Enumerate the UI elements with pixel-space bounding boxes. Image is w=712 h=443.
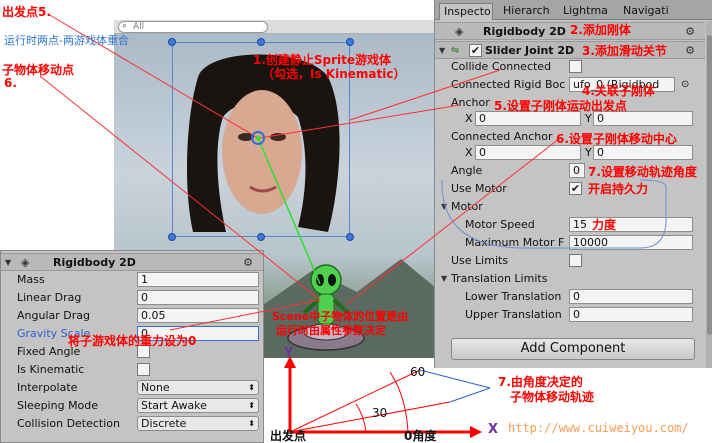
dropdown-arrow-icon: ⬍ bbox=[248, 401, 255, 410]
lower-translation-row: Lower Translation 0 bbox=[435, 288, 705, 306]
inspector-panel: Inspecto Hierarch Lightma Navigati ◈ Rig… bbox=[434, 0, 712, 368]
selection-handle[interactable] bbox=[168, 233, 176, 241]
angular-drag-field[interactable]: 0.05 bbox=[137, 308, 259, 323]
translation-limits-row[interactable]: ▼ Translation Limits bbox=[435, 270, 705, 288]
annotation-motor-on: 开启持久力 bbox=[588, 182, 649, 196]
angle-field[interactable]: 0 bbox=[569, 163, 585, 178]
annotation-scene-line2: 运行时由属性参数决定 bbox=[276, 324, 386, 337]
gear-icon[interactable]: ⚙ bbox=[685, 23, 695, 41]
annotation-7: 7.设置移动轨迹角度 bbox=[588, 165, 697, 179]
angle-diagram bbox=[284, 356, 491, 438]
is-kinematic-row: Is Kinematic bbox=[1, 361, 271, 379]
interpolate-row: Interpolate None ⬍ bbox=[1, 379, 271, 397]
root: All Inspecto Hierarch Lightma Navigati bbox=[0, 0, 712, 443]
diagram-y-label: Y bbox=[284, 346, 294, 361]
selection-handle[interactable] bbox=[346, 38, 354, 46]
use-limits-checkbox[interactable] bbox=[569, 254, 582, 267]
use-limits-row: Use Limits bbox=[435, 252, 705, 270]
motor-speed-field[interactable]: 15 bbox=[569, 217, 693, 232]
annotation-runtime: 运行时两点-两游戏体重合 bbox=[4, 34, 129, 47]
rigidbody-title: Rigidbody 2D bbox=[483, 25, 566, 38]
diagram-60-label: 60 bbox=[410, 365, 426, 379]
connected-anchor-y-field[interactable]: 0 bbox=[593, 145, 693, 160]
motor-speed-row: Motor Speed 15 bbox=[435, 216, 705, 234]
annotation-2: 2.添加刚体 bbox=[570, 23, 631, 37]
use-motor-checkbox[interactable]: ✔ bbox=[569, 182, 582, 195]
linear-drag-row: Linear Drag 0 bbox=[1, 289, 271, 307]
diagram-x-label: X bbox=[488, 422, 499, 437]
tab-bar: Inspecto Hierarch Lightma Navigati bbox=[435, 0, 712, 20]
interpolate-dropdown[interactable]: None ⬍ bbox=[137, 380, 259, 395]
max-motor-field[interactable]: 10000 bbox=[569, 235, 693, 250]
sleeping-mode-dropdown[interactable]: Start Awake ⬍ bbox=[137, 398, 259, 413]
linear-drag-field[interactable]: 0 bbox=[137, 290, 259, 305]
collision-detection-row: Collision Detection Discrete ⬍ bbox=[1, 415, 271, 433]
annotation-6: 6.设置子刚体移动中心 bbox=[556, 132, 677, 146]
tab-lightmap[interactable]: Lightma bbox=[559, 3, 615, 20]
diagram-30-label: 30 bbox=[372, 406, 388, 420]
lower-translation-field[interactable]: 0 bbox=[569, 289, 693, 304]
rigidbody2d-title: Rigidbody 2D bbox=[53, 256, 136, 269]
selection-handle[interactable] bbox=[257, 233, 265, 241]
selection-handle[interactable] bbox=[168, 38, 176, 46]
connected-anchor-x-field[interactable]: 0 bbox=[475, 145, 581, 160]
use-motor-row: Use Motor ✔ bbox=[451, 182, 582, 195]
rigidbody-icon: ◈ bbox=[21, 256, 30, 269]
object-picker-icon[interactable]: ⊙ bbox=[681, 76, 689, 94]
gear-icon[interactable]: ⚙ bbox=[243, 254, 253, 272]
annotation-5: 5.设置子刚体运动出发点 bbox=[494, 99, 627, 113]
annotation-trajectory-line2: 子物体移动轨迹 bbox=[510, 390, 595, 404]
scrollbar-thumb[interactable] bbox=[707, 35, 712, 335]
dropdown-arrow-icon: ⬍ bbox=[248, 383, 255, 392]
annotation-child-move-num: 6. bbox=[4, 76, 17, 90]
is-kinematic-checkbox[interactable] bbox=[137, 363, 150, 376]
fold-arrow-icon[interactable]: ▼ bbox=[5, 254, 11, 272]
selection-handle[interactable] bbox=[257, 38, 265, 46]
slider-joint-enabled-checkbox[interactable]: ✔ bbox=[469, 44, 482, 57]
selection-handle[interactable] bbox=[346, 233, 354, 241]
mass-field[interactable]: 1 bbox=[137, 272, 259, 287]
annotation-force: 力度 bbox=[592, 218, 617, 232]
max-motor-row: Maximum Motor F 10000 bbox=[435, 234, 705, 252]
sleeping-mode-row: Sleeping Mode Start Awake ⬍ bbox=[1, 397, 271, 415]
add-component-button[interactable]: Add Component bbox=[451, 338, 695, 360]
connected-rigidbody-row: Connected Rigid Boc ufo_0 (Rigidbod ⊙ bbox=[435, 76, 705, 94]
annotation-start-point: 出发点5. bbox=[2, 5, 51, 19]
annotation-gravity: 将子游戏体的重力设为0 bbox=[68, 334, 197, 348]
rigidbody-icon: ◈ bbox=[455, 25, 464, 38]
collision-detection-dropdown[interactable]: Discrete ⬍ bbox=[137, 416, 259, 431]
watermark: http://www.cuiweiyou.com/ bbox=[508, 421, 689, 435]
tab-hierarchy[interactable]: Hierarch bbox=[499, 3, 555, 20]
angular-drag-row: Angular Drag 0.05 bbox=[1, 307, 271, 325]
annotation-1-line2: （勾选，Is Kinematic） bbox=[262, 67, 406, 81]
diagram-zero-angle-label: 0角度 bbox=[404, 429, 437, 443]
tab-inspector[interactable]: Inspecto bbox=[439, 3, 493, 20]
diagram-start-label: 出发点 bbox=[270, 429, 307, 443]
tab-navigation[interactable]: Navigati bbox=[619, 3, 675, 20]
fold-arrow-icon[interactable]: ▼ bbox=[441, 198, 447, 216]
dropdown-arrow-icon: ⬍ bbox=[248, 419, 255, 428]
upper-translation-row: Upper Translation 0 bbox=[435, 306, 705, 324]
scene-search-input[interactable]: All bbox=[118, 21, 268, 33]
annotation-3: 3.添加滑动关节 bbox=[582, 44, 667, 58]
rigidbody2d-header[interactable]: ▼ ◈ Rigidbody 2D ⚙ bbox=[1, 253, 263, 271]
mass-row: Mass 1 bbox=[1, 271, 271, 289]
collide-connected-checkbox[interactable] bbox=[569, 60, 582, 73]
upper-translation-field[interactable]: 0 bbox=[569, 307, 693, 322]
motor-foldout-row[interactable]: ▼ Motor bbox=[435, 198, 705, 216]
fold-arrow-icon[interactable]: ▼ bbox=[441, 270, 447, 288]
collide-connected-row: Collide Connected bbox=[435, 58, 705, 76]
